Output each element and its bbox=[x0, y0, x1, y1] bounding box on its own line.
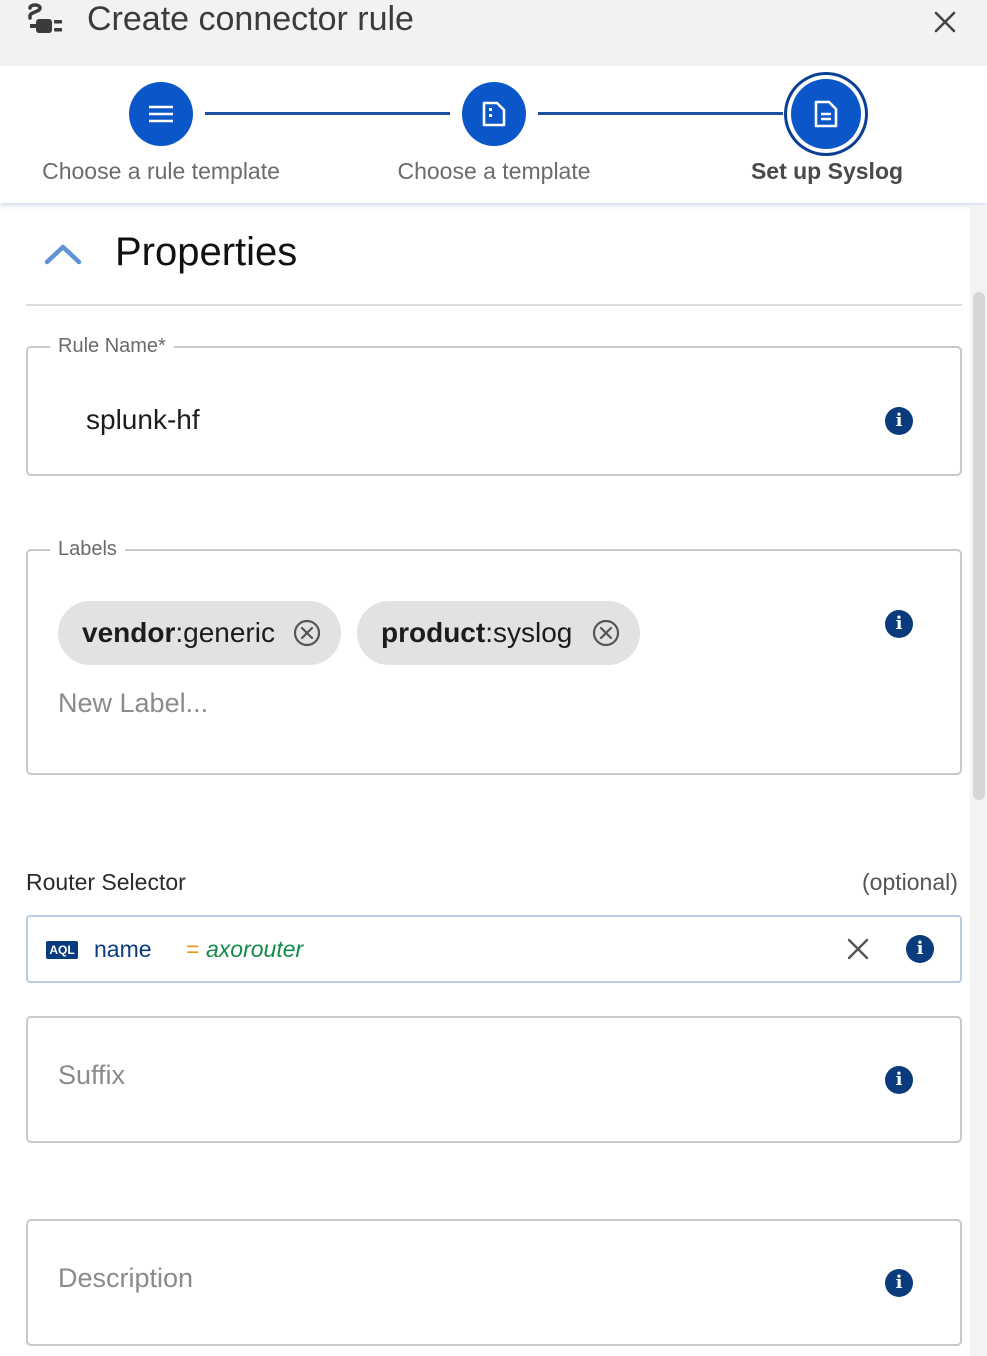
scrollbar-thumb[interactable] bbox=[973, 292, 985, 800]
chip-value: syslog bbox=[493, 617, 573, 648]
label-chip: vendor: generic bbox=[58, 601, 341, 665]
step-connector bbox=[538, 112, 783, 115]
rule-name-label: Rule Name* bbox=[58, 335, 166, 357]
chip-key: vendor bbox=[82, 617, 176, 648]
suffix-field[interactable]: Suffix i bbox=[26, 1016, 962, 1143]
new-label-input[interactable]: New Label... bbox=[58, 688, 208, 719]
dialog-header: Create connector rule bbox=[0, 0, 987, 66]
file-icon bbox=[482, 101, 506, 127]
chip-key: product bbox=[381, 617, 486, 648]
rule-name-field[interactable]: Rule Name* splunk-hf i bbox=[26, 335, 962, 476]
section-title: Properties bbox=[115, 230, 298, 274]
labels-label: Labels bbox=[58, 538, 117, 560]
description-field[interactable]: Description i bbox=[26, 1219, 962, 1346]
properties-section-header[interactable]: Properties bbox=[26, 212, 962, 306]
chip-separator: : bbox=[485, 617, 493, 648]
label-chip: product: syslog bbox=[357, 601, 640, 665]
aql-badge: AQL bbox=[46, 941, 78, 959]
remove-chip-icon[interactable] bbox=[592, 619, 620, 647]
info-icon[interactable]: i bbox=[885, 610, 913, 638]
optional-text: (optional) bbox=[862, 869, 958, 895]
chevron-up-icon[interactable] bbox=[44, 242, 82, 266]
step-connector bbox=[205, 112, 450, 115]
step-3-label: Set up Syslog bbox=[750, 158, 904, 184]
chip-separator: : bbox=[175, 617, 184, 648]
chip-value: generic bbox=[183, 617, 275, 648]
description-input[interactable]: Description bbox=[58, 1263, 193, 1294]
info-icon[interactable]: i bbox=[885, 407, 913, 435]
step-1-label: Choose a rule template bbox=[42, 158, 280, 184]
query-value: axorouter bbox=[206, 936, 304, 962]
router-selector-input[interactable]: AQL name = axorouter i bbox=[26, 915, 962, 983]
query-key: name bbox=[94, 936, 152, 962]
suffix-input[interactable]: Suffix bbox=[58, 1060, 125, 1091]
query-operator: = bbox=[186, 936, 200, 962]
close-icon[interactable] bbox=[932, 9, 958, 35]
document-icon bbox=[814, 100, 838, 128]
step-2-button[interactable] bbox=[462, 82, 526, 146]
step-1-button[interactable] bbox=[129, 82, 193, 146]
router-selector-label: Router Selector bbox=[26, 869, 186, 895]
dialog-title: Create connector rule bbox=[87, 0, 414, 38]
step-3-button[interactable] bbox=[791, 79, 861, 149]
labels-field[interactable]: Labels vendor: generic product: syslog New… bbox=[26, 538, 962, 775]
info-icon[interactable]: i bbox=[885, 1066, 913, 1094]
info-icon[interactable]: i bbox=[885, 1269, 913, 1297]
info-icon[interactable]: i bbox=[906, 935, 934, 963]
rule-name-input[interactable]: splunk-hf bbox=[86, 404, 200, 436]
step-2-label: Choose a template bbox=[397, 158, 591, 184]
connector-plug-icon bbox=[28, 3, 62, 33]
remove-chip-icon[interactable] bbox=[293, 619, 321, 647]
list-icon bbox=[149, 105, 173, 123]
close-icon[interactable] bbox=[846, 937, 870, 961]
